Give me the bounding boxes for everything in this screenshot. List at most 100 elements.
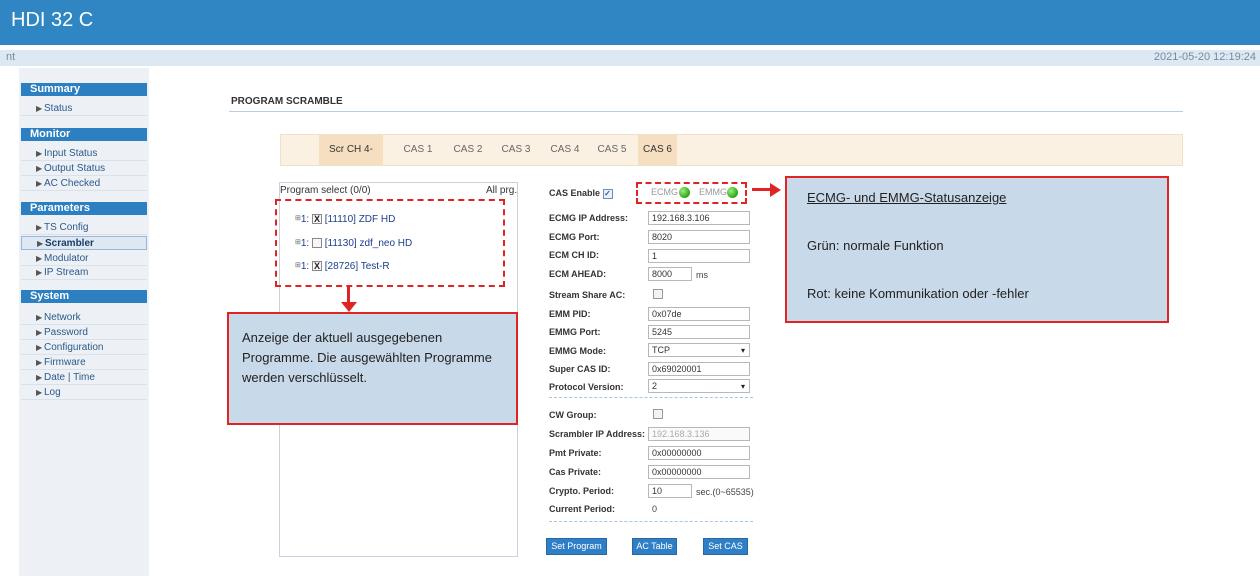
annotation-status-red: Rot: keine Kommunikation oder -fehler — [807, 286, 1029, 301]
tab-cas-5[interactable]: CAS 5 — [592, 135, 632, 165]
program-highlight-frame — [275, 199, 505, 287]
callout-arrow-shaft — [752, 188, 771, 191]
stream-share-label: Stream Share AC: — [549, 290, 626, 300]
ecmg-ip-label: ECMG IP Address: — [549, 213, 629, 223]
tab-cas-3[interactable]: CAS 3 — [496, 135, 536, 165]
crypto-period-input[interactable]: 10 — [648, 484, 692, 498]
chevron-down-icon: ▾ — [740, 346, 745, 355]
arrow-right-icon: ▶ — [36, 223, 43, 232]
super-cas-id-input[interactable]: 0x69020001 — [648, 362, 750, 376]
pmt-private-input[interactable]: 0x00000000 — [648, 446, 750, 460]
sidebar: Summary ▶ Status Monitor ▶ Input Status ▶ O… — [19, 68, 149, 576]
arrow-right-icon: ▶ — [36, 313, 43, 322]
tab-scr-ch-4[interactable]: Scr CH 4- — [319, 135, 383, 165]
sidebar-item-ac-checked[interactable]: ▶ AC Checked — [21, 177, 147, 191]
page-title: PROGRAM SCRAMBLE — [231, 96, 343, 107]
scrambler-ip-label: Scrambler IP Address: — [549, 429, 646, 439]
ecm-ahead-label: ECM AHEAD: — [549, 269, 607, 279]
emm-pid-label: EMM PID: — [549, 309, 591, 319]
super-cas-id-label: Super CAS ID: — [549, 364, 611, 374]
emmg-status-led — [727, 187, 738, 198]
arrow-down-icon — [341, 302, 357, 312]
ecmg-status-led — [679, 187, 690, 198]
protocol-version-label: Protocol Version: — [549, 382, 624, 392]
sidebar-item-configuration[interactable]: ▶ Configuration — [21, 341, 147, 355]
arrow-right-icon: ▶ — [36, 388, 43, 397]
annotation-status-green: Grün: normale Funktion — [807, 238, 944, 253]
emmg-port-label: EMMG Port: — [549, 327, 601, 337]
emmg-mode-select[interactable]: TCP ▾ — [648, 343, 750, 357]
all-programs-link[interactable]: All prg. — [486, 185, 517, 196]
sidebar-item-log[interactable]: ▶ Log — [21, 386, 147, 400]
form-divider — [549, 521, 753, 522]
sidebar-section-parameters: Parameters — [21, 202, 147, 215]
emmg-status-label: EMMG — [699, 187, 727, 197]
emmg-port-input[interactable]: 5245 — [648, 325, 750, 339]
stream-share-checkbox[interactable] — [653, 289, 663, 299]
arrow-right-icon: ▶ — [36, 373, 43, 382]
tab-cas-6[interactable]: CAS 6 — [638, 135, 677, 165]
cas-private-input[interactable]: 0x00000000 — [648, 465, 750, 479]
cw-group-checkbox[interactable] — [653, 409, 663, 419]
cw-group-label: CW Group: — [549, 410, 597, 420]
arrow-right-icon: ▶ — [36, 343, 43, 352]
arrow-right-icon: ▶ — [36, 254, 43, 263]
sidebar-item-input-status[interactable]: ▶ Input Status — [21, 147, 147, 161]
crypto-period-label: Crypto. Period: — [549, 486, 615, 496]
annotation-status: ECMG- und EMMG-Statusanzeige Grün: norma… — [785, 176, 1169, 323]
arrow-right-icon: ▶ — [36, 268, 43, 277]
sidebar-item-output-status[interactable]: ▶ Output Status — [21, 162, 147, 176]
clock-timestamp: 2021-05-20 12:19:24 — [1153, 51, 1256, 63]
cas-enable-checkbox[interactable]: ✓ — [602, 188, 613, 199]
ecmg-ip-input[interactable]: 192.168.3.106 — [648, 211, 750, 225]
sidebar-item-status[interactable]: ▶ Status — [21, 102, 147, 116]
arrow-right-icon: ▶ — [36, 179, 43, 188]
status-strip-text: nt — [6, 51, 16, 63]
arrow-right-icon: ▶ — [36, 164, 43, 173]
ac-table-button[interactable]: AC Table — [632, 538, 677, 555]
arrow-right-icon: ▶ — [36, 328, 43, 337]
annotation-programs: Anzeige der aktuell ausgegebenen Program… — [227, 312, 518, 425]
sidebar-item-password[interactable]: ▶ Password — [21, 326, 147, 340]
status-strip: nt 2021-05-20 12:19:24 — [0, 50, 1260, 66]
set-program-button[interactable]: Set Program — [546, 538, 607, 555]
sidebar-item-network[interactable]: ▶ Network — [21, 311, 147, 325]
sidebar-item-ip-stream[interactable]: ▶ IP Stream — [21, 266, 147, 280]
emm-pid-input[interactable]: 0x07de — [648, 307, 750, 321]
top-bar: HDI 32 C — [0, 0, 1260, 45]
sidebar-item-date-time[interactable]: ▶ Date | Time — [21, 371, 147, 385]
ecm-ch-id-input[interactable]: 1 — [648, 249, 750, 263]
protocol-version-select[interactable]: 2 ▾ — [648, 379, 750, 393]
cas-private-label: Cas Private: — [549, 467, 602, 477]
tab-cas-4[interactable]: CAS 4 — [545, 135, 585, 165]
arrow-right-icon: ▶ — [36, 149, 43, 158]
set-cas-button[interactable]: Set CAS — [703, 538, 748, 555]
ecm-ch-id-label: ECM CH ID: — [549, 250, 599, 260]
chevron-down-icon: ▾ — [740, 382, 745, 391]
cas-enable-label: CAS Enable ✓ — [549, 188, 613, 199]
annotation-status-title: ECMG- und EMMG-Statusanzeige — [807, 190, 1007, 205]
sidebar-item-ts-config[interactable]: ▶ TS Config — [21, 221, 147, 235]
arrow-right-icon: ▶ — [36, 104, 43, 113]
sidebar-item-modulator[interactable]: ▶ Modulator — [21, 252, 147, 266]
app-title: HDI 32 C — [11, 9, 94, 31]
current-period-label: Current Period: — [549, 504, 616, 514]
ecmg-port-input[interactable]: 8020 — [648, 230, 750, 244]
form-divider — [549, 397, 753, 398]
current-period-value: 0 — [652, 504, 658, 514]
arrow-right-icon: ▶ — [37, 239, 44, 248]
tab-cas-2[interactable]: CAS 2 — [448, 135, 488, 165]
scrambler-ip-input: 192.168.3.136 — [648, 427, 750, 441]
ecm-ahead-input[interactable]: 8000 — [648, 267, 692, 281]
sidebar-section-system: System — [21, 290, 147, 303]
tab-cas-1[interactable]: CAS 1 — [398, 135, 438, 165]
arrow-right-icon — [770, 183, 781, 197]
sidebar-item-firmware[interactable]: ▶ Firmware — [21, 356, 147, 370]
sidebar-section-monitor: Monitor — [21, 128, 147, 141]
ecmg-port-label: ECMG Port: — [549, 232, 600, 242]
ecmg-status-label: ECMG — [651, 187, 678, 197]
arrow-right-icon: ▶ — [36, 358, 43, 367]
emmg-mode-label: EMMG Mode: — [549, 346, 606, 356]
sidebar-item-scrambler[interactable]: ▶ Scrambler — [21, 236, 147, 250]
sidebar-section-summary: Summary — [21, 83, 147, 96]
